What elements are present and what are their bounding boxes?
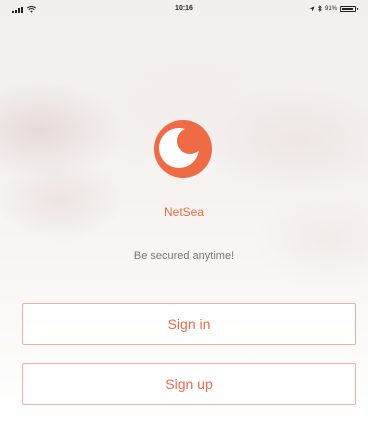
tagline: Be secured anytime! (133, 250, 235, 262)
app-name: NetSea (163, 205, 205, 219)
bluetooth-icon (318, 5, 322, 12)
status-right-group: 91% (309, 5, 358, 12)
sign-up-button[interactable]: Sign up (22, 363, 356, 405)
moon-eye-logo-icon (154, 120, 212, 178)
status-bar: 10:16 91% (0, 0, 368, 22)
sign-in-button[interactable]: Sign in (22, 303, 356, 345)
battery-level-fill (342, 7, 353, 10)
battery-percent: 91% (324, 5, 337, 12)
location-icon (309, 6, 315, 11)
battery-icon (340, 5, 358, 12)
login-screen: 10:16 91% NetSea Be secured anytime! Sig… (0, 0, 368, 424)
